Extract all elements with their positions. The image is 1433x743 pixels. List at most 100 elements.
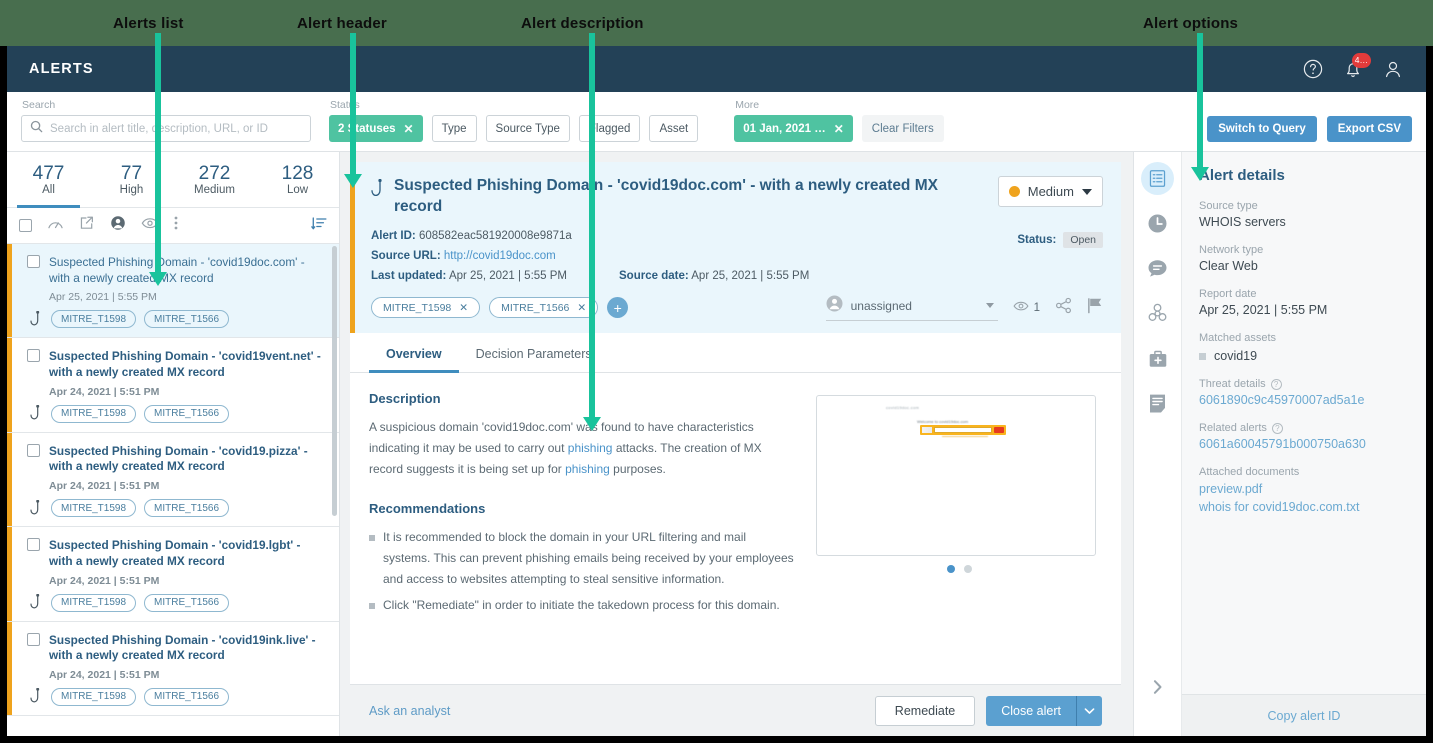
copy-alert-id-button[interactable]: Copy alert ID — [1268, 709, 1341, 723]
ask-an-analyst-link[interactable]: Ask an analyst — [369, 704, 450, 718]
filter-chip-asset[interactable]: Asset — [649, 115, 699, 142]
carousel-dot-active[interactable] — [946, 564, 955, 573]
severity-tab-all[interactable]: 477 All — [7, 152, 90, 208]
filter-chip-status-label: 2 Statuses — [338, 122, 396, 135]
page-title: ALERTS — [29, 61, 94, 77]
list-item[interactable]: Suspected Phishing Domain - 'covid19.piz… — [7, 432, 339, 528]
list-item-checkbox[interactable] — [27, 538, 40, 552]
phishing-link[interactable]: phishing — [568, 441, 613, 455]
list-item[interactable]: Suspected Phishing Domain - 'covid19.lgb… — [7, 527, 339, 622]
alert-details-icon[interactable] — [1141, 162, 1174, 195]
more-kebab-icon[interactable] — [174, 215, 178, 236]
list-item[interactable]: Suspected Phishing Domain - 'covid19doc.… — [7, 244, 339, 339]
search-input-wrapper[interactable] — [21, 115, 311, 142]
filter-chip-date[interactable]: 01 Jan, 2021 … ✕ — [734, 115, 853, 142]
severity-tab-low[interactable]: 128 Low — [256, 152, 339, 207]
alerts-scroll-area[interactable]: Suspected Phishing Domain - 'covid19doc.… — [7, 244, 339, 736]
list-item-tag[interactable]: MITRE_T1566 — [144, 310, 230, 329]
search-input[interactable] — [50, 122, 302, 135]
threat-details-link[interactable]: 6061890c9c45970007ad5a1e — [1199, 393, 1409, 407]
last-updated-group: Last updated: Apr 25, 2021 | 5:55 PM — [371, 270, 567, 282]
filter-chip-source-type[interactable]: Source Type — [485, 115, 570, 142]
list-item[interactable]: Suspected Phishing Domain - 'covid19vent… — [7, 338, 339, 433]
question-circle-icon[interactable] — [1302, 58, 1324, 80]
attached-document-link[interactable]: preview.pdf — [1199, 482, 1409, 496]
more-chip-row: 01 Jan, 2021 … ✕ Clear Filters — [734, 115, 944, 142]
list-item-date: Apr 24, 2021 | 5:51 PM — [49, 668, 160, 681]
help-icon[interactable]: ? — [1270, 378, 1282, 390]
description-text: A suspicious domain 'covid19doc.com' was… — [369, 417, 794, 480]
list-item-title: Suspected Phishing Domain - 'covid19ink.… — [49, 632, 316, 663]
sort-descending-icon[interactable] — [311, 216, 327, 236]
carousel-dot-inactive[interactable] — [963, 564, 972, 573]
fish-hook-icon — [27, 405, 43, 422]
list-item-tag[interactable]: MITRE_T1598 — [51, 593, 137, 612]
alert-tag[interactable]: MITRE_T1598 ✕ — [371, 297, 481, 319]
help-icon[interactable]: ? — [1271, 422, 1283, 434]
add-tag-button[interactable]: + — [607, 297, 629, 319]
remove-tag-icon[interactable]: ✕ — [459, 302, 468, 314]
close-alert-button[interactable]: Close alert — [986, 695, 1076, 726]
field-threat-details: Threat details ? 6061890c9c45970007ad5a1… — [1199, 378, 1409, 407]
bell-icon[interactable]: 4… — [1342, 53, 1371, 80]
field-label: Related alerts ? — [1199, 422, 1409, 434]
user-icon[interactable] — [1382, 58, 1404, 80]
filter-chip-status[interactable]: 2 Statuses ✕ — [329, 115, 423, 142]
close-alert-dropdown-toggle[interactable] — [1076, 695, 1102, 726]
remediate-button[interactable]: Remediate — [874, 695, 976, 726]
phishing-link[interactable]: phishing — [565, 462, 610, 476]
comments-icon[interactable] — [1141, 252, 1174, 285]
list-item[interactable]: Suspected Phishing Domain - 'covid19ink.… — [7, 621, 339, 716]
filter-bar-actions: Switch to Query Export CSV — [1207, 116, 1412, 142]
assign-user-icon[interactable] — [110, 215, 126, 236]
switch-to-query-button[interactable]: Switch to Query — [1207, 116, 1317, 142]
site-preview-image[interactable]: covid19doc.com Welcome to covid19doc.com — [816, 394, 1096, 556]
attached-document-link[interactable]: whois for covid19doc.com.txt — [1199, 500, 1409, 514]
filter-chip-type[interactable]: Type — [431, 115, 477, 142]
alert-tag[interactable]: MITRE_T1566 ✕ — [489, 297, 599, 319]
share-icon[interactable] — [1055, 297, 1072, 319]
chevron-right-icon[interactable] — [1150, 677, 1165, 702]
field-label: Source type — [1199, 200, 1258, 212]
list-item-checkbox[interactable] — [27, 349, 40, 363]
overview-content: Description A suspicious domain 'covid19… — [350, 372, 1121, 684]
severity-dropdown[interactable]: Medium — [997, 176, 1103, 207]
export-icon[interactable] — [79, 215, 95, 236]
alert-id-row: Alert ID: 608582eac581920008e9871a — [371, 230, 1103, 242]
history-clock-icon[interactable] — [1141, 207, 1174, 240]
list-item-tag[interactable]: MITRE_T1598 — [51, 310, 137, 329]
list-item-tag[interactable]: MITRE_T1566 — [144, 499, 230, 518]
list-item-checkbox[interactable] — [27, 443, 40, 457]
list-item-tag[interactable]: MITRE_T1566 — [144, 593, 230, 612]
remove-status-filter-icon[interactable]: ✕ — [404, 122, 414, 136]
remove-tag-icon[interactable]: ✕ — [577, 302, 586, 314]
related-alerts-link[interactable]: 6061a60045791b000750a630 — [1199, 437, 1409, 451]
remove-date-filter-icon[interactable]: ✕ — [834, 122, 844, 136]
report-document-icon[interactable] — [1141, 387, 1174, 420]
list-item-tag[interactable]: MITRE_T1598 — [51, 687, 137, 706]
source-date-label: Source date: — [619, 269, 689, 282]
list-item-checkbox[interactable] — [27, 632, 40, 646]
alerts-list-scrollbar[interactable] — [332, 246, 337, 516]
list-item-tag[interactable]: MITRE_T1598 — [51, 499, 137, 518]
annotation-arrow-alert-options — [1197, 33, 1203, 168]
source-url-link[interactable]: http://covid19doc.com — [444, 250, 556, 262]
threat-biohazard-icon[interactable] — [1141, 297, 1174, 330]
flag-icon[interactable] — [1087, 297, 1103, 319]
clear-filters-button[interactable]: Clear Filters — [861, 115, 944, 142]
gauge-icon[interactable] — [47, 216, 64, 236]
detail-footer: Ask an analyst Remediate Close alert — [350, 684, 1121, 736]
list-item-tag[interactable]: MITRE_T1598 — [51, 404, 137, 423]
status-label: Status: — [1017, 234, 1057, 246]
list-item-checkbox[interactable] — [27, 255, 40, 268]
tab-decision-parameters[interactable]: Decision Parameters — [459, 333, 609, 372]
add-to-case-icon[interactable] — [1141, 342, 1174, 375]
list-item-tag[interactable]: MITRE_T1566 — [144, 404, 230, 423]
assignee-dropdown[interactable]: unassigned — [825, 295, 998, 321]
severity-tab-medium[interactable]: 272 Medium — [173, 152, 256, 207]
alert-options-panel: Alert details Source type WHOIS servers … — [1133, 152, 1426, 736]
list-item-tag[interactable]: MITRE_T1566 — [144, 687, 230, 706]
export-csv-button[interactable]: Export CSV — [1326, 116, 1412, 142]
select-all-checkbox[interactable] — [19, 219, 32, 232]
tab-overview[interactable]: Overview — [369, 333, 459, 373]
